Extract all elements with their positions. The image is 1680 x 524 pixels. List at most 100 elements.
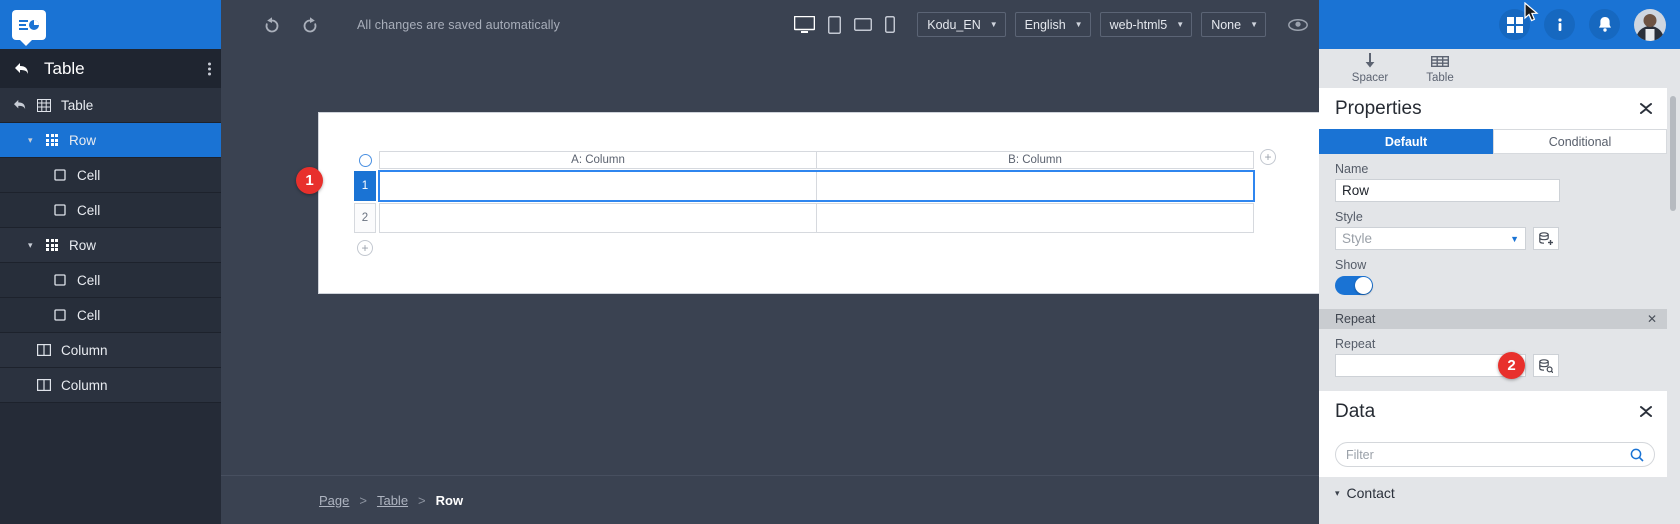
collapse-chevrons-icon[interactable]: [1637, 403, 1655, 421]
style-picker-icon[interactable]: [1533, 227, 1559, 250]
tab-conditional[interactable]: Conditional: [1493, 129, 1667, 154]
chevron-down-icon[interactable]: ▾: [28, 240, 40, 251]
data-item-contact[interactable]: ▾ Contact: [1319, 485, 1667, 501]
spacer-icon: [1363, 53, 1377, 69]
sidebar-item-row-2[interactable]: ▾ Row: [0, 228, 221, 263]
sidebar-item-label: Table: [61, 97, 94, 113]
table-cell[interactable]: [816, 203, 1254, 233]
table-cell[interactable]: [379, 171, 817, 201]
sidebar-item-cell-3[interactable]: Cell: [0, 263, 221, 298]
kebab-menu-icon[interactable]: [208, 62, 211, 75]
undo-icon[interactable]: [257, 10, 287, 40]
sidebar-item-label: Column: [61, 342, 108, 358]
right-panel: Spacer Table Properties Default Conditio…: [1319, 49, 1680, 524]
sidebar-item-label: Column: [61, 377, 108, 393]
search-icon[interactable]: [1630, 448, 1644, 462]
name-field-group: Name Row: [1319, 154, 1667, 202]
table-row[interactable]: 2: [354, 203, 1254, 233]
sidebar-item-cell-4[interactable]: Cell: [0, 298, 221, 333]
theme-select[interactable]: None ▼: [1201, 12, 1266, 37]
add-row-button[interactable]: +: [357, 240, 373, 256]
breadcrumb-item-page[interactable]: Page: [319, 493, 349, 508]
mobile-view-icon[interactable]: [885, 16, 896, 33]
chevron-down-icon[interactable]: ▾: [28, 135, 40, 146]
app-logo-icon[interactable]: [12, 9, 46, 46]
theme-select-value: None: [1211, 17, 1242, 32]
show-toggle[interactable]: [1335, 276, 1373, 295]
close-x-icon[interactable]: ✕: [1647, 312, 1657, 326]
sidebar-item-column-2[interactable]: Column: [0, 368, 221, 403]
table-header-row: A: Column B: Column: [354, 151, 1254, 169]
platform-select[interactable]: web-html5 ▼: [1099, 12, 1193, 37]
style-row: Style ▼: [1335, 227, 1655, 250]
sidebar-item-cell-1[interactable]: Cell: [0, 158, 221, 193]
widget-table[interactable]: Table: [1411, 55, 1469, 84]
show-field-group: Show: [1319, 250, 1667, 295]
language-select-value: English: [1024, 17, 1066, 32]
breadcrumb-item-row[interactable]: Row: [436, 493, 463, 508]
panel-spacer: [1319, 295, 1667, 309]
table-widget-icon: [1431, 55, 1449, 69]
toolbar-right-group: Kodu_EN ▼ English ▼ web-html5 ▼ None ▼: [794, 12, 1319, 37]
sidebar-item-label: Cell: [77, 307, 101, 323]
page-sheet[interactable]: A: Column B: Column 1 + 2 +: [319, 113, 1319, 293]
collapse-chevrons-icon[interactable]: [1637, 100, 1655, 118]
add-column-button[interactable]: +: [1260, 149, 1276, 165]
selected-row-cells: [378, 170, 1255, 202]
desktop-view-icon[interactable]: [794, 15, 816, 34]
row-header-1[interactable]: 1: [354, 171, 376, 201]
data-tree: ▾ Contact: [1319, 477, 1667, 501]
filter-input[interactable]: Filter: [1335, 442, 1655, 467]
chevron-down-icon: ▼: [989, 20, 998, 29]
back-arrow-icon[interactable]: [12, 95, 28, 115]
info-icon[interactable]: [1544, 9, 1575, 40]
breadcrumb: Page > Table > Row: [221, 475, 1319, 524]
table-cell[interactable]: [379, 203, 817, 233]
column-header-a[interactable]: A: Column: [379, 151, 817, 169]
project-select[interactable]: Kodu_EN ▼: [917, 12, 1006, 37]
sidebar-item-row-1[interactable]: ▾ Row: [0, 123, 221, 158]
user-avatar[interactable]: [1634, 8, 1666, 41]
chevron-down-icon: ▼: [1074, 20, 1083, 29]
sidebar-item-label: Cell: [77, 202, 101, 218]
canvas-table[interactable]: A: Column B: Column 1 + 2 +: [354, 149, 1276, 256]
sidebar-item-cell-2[interactable]: Cell: [0, 193, 221, 228]
name-input[interactable]: Row: [1335, 179, 1560, 202]
tab-default[interactable]: Default: [1319, 129, 1493, 154]
eye-preview-icon[interactable]: [1287, 18, 1309, 32]
breadcrumb-separator: >: [418, 492, 426, 508]
style-select[interactable]: Style ▼: [1335, 227, 1526, 250]
tablet-portrait-view-icon[interactable]: [828, 15, 842, 34]
repeat-row: 2: [1335, 352, 1655, 379]
redo-icon[interactable]: [295, 10, 325, 40]
bell-icon[interactable]: [1589, 9, 1620, 40]
table-row[interactable]: 1 +: [354, 149, 1276, 202]
sidebar-item-label: Row: [69, 132, 97, 148]
panel-scrollbar[interactable]: [1670, 96, 1676, 211]
chevron-down-icon[interactable]: ▾: [1335, 488, 1340, 499]
breadcrumb-item-table[interactable]: Table: [377, 493, 408, 508]
select-all-circle-icon[interactable]: [354, 151, 376, 169]
table-body: 1 + 2 +: [354, 149, 1276, 256]
back-arrow-icon[interactable]: [12, 59, 32, 79]
language-select[interactable]: English ▼: [1014, 12, 1091, 37]
widget-spacer[interactable]: Spacer: [1341, 53, 1399, 84]
tablet-landscape-view-icon[interactable]: [854, 18, 873, 31]
sidebar-item-label: Cell: [77, 167, 101, 183]
row-icon: [44, 132, 60, 148]
column-header-b[interactable]: B: Column: [816, 151, 1254, 169]
properties-section-header: Properties: [1319, 88, 1667, 129]
sidebar-item-column-1[interactable]: Column: [0, 333, 221, 368]
design-canvas[interactable]: A: Column B: Column 1 + 2 + 1: [221, 49, 1319, 475]
table-cell[interactable]: [816, 171, 1254, 201]
sidebar-item-table[interactable]: Table: [0, 88, 221, 123]
data-picker-icon[interactable]: [1533, 354, 1559, 377]
breadcrumb-separator: >: [359, 492, 367, 508]
column-icon: [36, 377, 52, 393]
style-placeholder: Style: [1342, 231, 1373, 246]
row-header-2[interactable]: 2: [354, 203, 376, 233]
row-icon: [44, 237, 60, 253]
sidebar-header: Table: [0, 49, 221, 88]
cell-icon: [52, 272, 68, 288]
name-label: Name: [1335, 162, 1369, 176]
